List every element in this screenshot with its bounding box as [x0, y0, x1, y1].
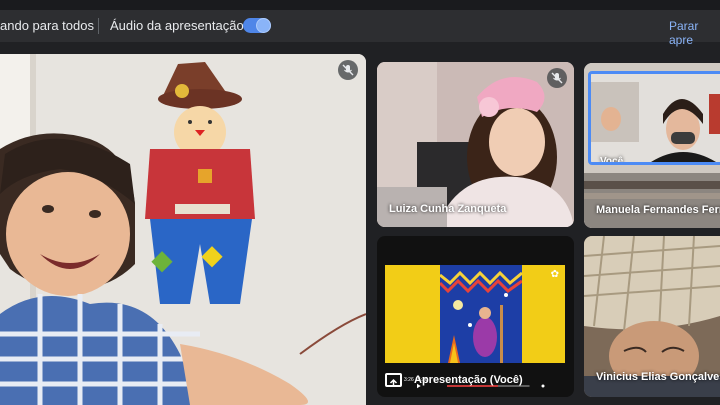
- window-top-strip: [0, 0, 720, 10]
- main-video-frame: [0, 54, 366, 405]
- presentation-audio-toggle[interactable]: [243, 18, 271, 33]
- mic-off-icon: [338, 60, 358, 80]
- presentation-slide: 3:26 / 5:30 ✿: [385, 265, 565, 389]
- presentation-tile[interactable]: 3:26 / 5:30 ✿ Apresentação (Você): [377, 236, 574, 397]
- participant-name-luiza: Luiza Cunha Zanqueta: [389, 203, 507, 215]
- mic-off-icon: [547, 68, 567, 88]
- presenting-to-all-text: ando para todos: [0, 18, 94, 33]
- presentation-audio-label: Áudio da apresentação: [110, 18, 244, 33]
- self-view-video: [591, 74, 720, 162]
- festa-junina-illustration: [440, 265, 522, 363]
- self-view-pip: Você: [588, 71, 720, 165]
- banner-divider: [98, 18, 99, 34]
- presenting-banner: ando para todos Áudio da apresentação Pa…: [0, 10, 720, 47]
- present-screen-icon: [385, 373, 402, 387]
- slide-artwork: [440, 265, 522, 363]
- stop-presenting-link[interactable]: Parar apre: [669, 19, 720, 47]
- self-view-label: Você: [600, 156, 624, 165]
- main-participant-tile[interactable]: [0, 54, 366, 405]
- toggle-knob: [257, 19, 270, 32]
- participant-tile-luiza[interactable]: Luiza Cunha Zanqueta: [377, 62, 574, 227]
- participant-tile-vinicius[interactable]: Vinicius Elias Gonçalves: [584, 236, 720, 397]
- participant-name-manuela: Manuela Fernandes Ferr: [596, 204, 720, 216]
- participant-tile-manuela[interactable]: Você Manuela Fernandes Ferr: [584, 63, 720, 228]
- participant-name-vinicius: Vinicius Elias Gonçalves: [596, 371, 720, 383]
- presentation-label: Apresentação (Você): [414, 374, 523, 386]
- slide-settings-icon: ✿: [550, 269, 559, 280]
